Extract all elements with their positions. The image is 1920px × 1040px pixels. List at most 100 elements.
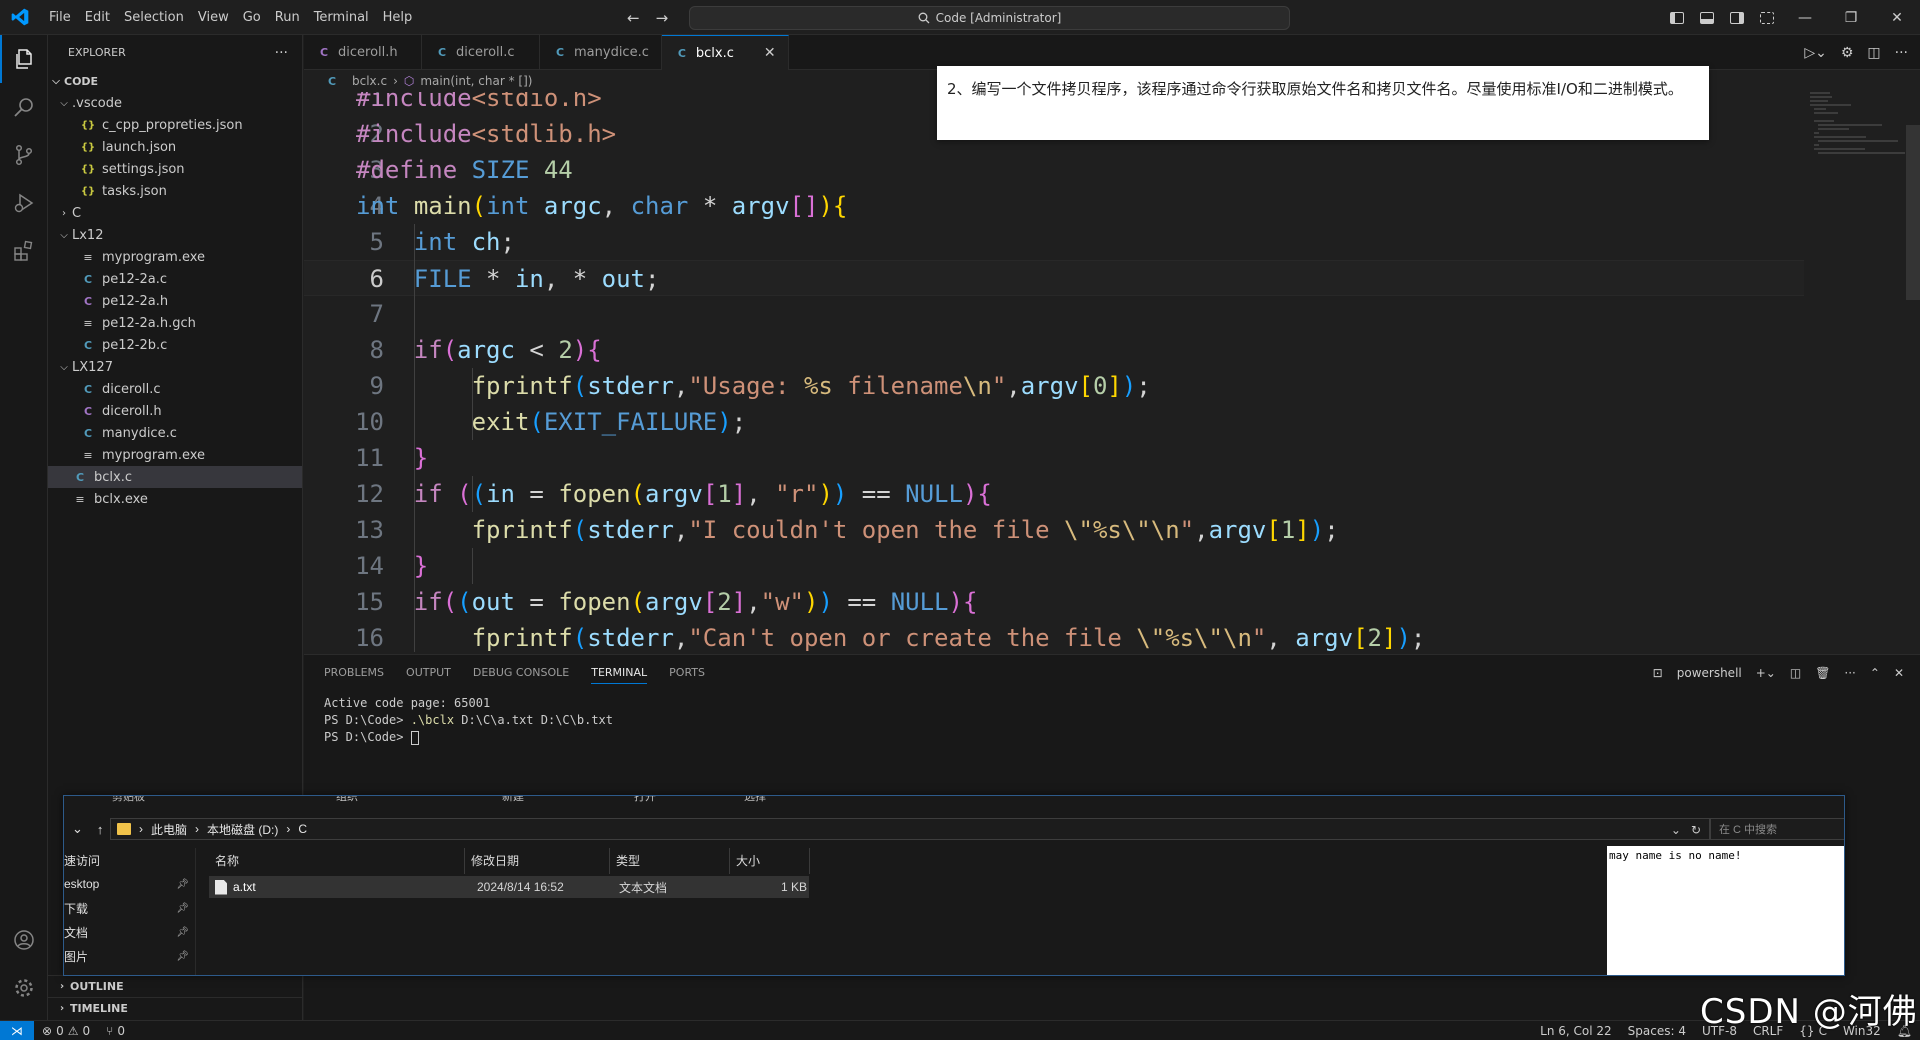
tree-file[interactable]: {} c_cpp_propreties.json [48, 114, 302, 136]
tree-file[interactable]: ≡ myprogram.exe [48, 246, 302, 268]
forward-arrow-icon[interactable]: → [656, 9, 669, 27]
chevron-down-icon[interactable]: ⌄ [72, 821, 83, 837]
menu-selection[interactable]: Selection [117, 0, 191, 35]
editor-scrollbar[interactable] [1906, 125, 1920, 300]
nav-item[interactable]: 速访问 [64, 848, 195, 872]
tree-file[interactable]: Cpe12-2a.c [48, 268, 302, 290]
panel-tab-problems[interactable]: PROBLEMS [324, 666, 384, 679]
menu-terminal[interactable]: Terminal [307, 0, 376, 35]
more-actions-icon[interactable]: ··· [1895, 45, 1908, 61]
address-box[interactable]: › 此电脑 › 本地磁盘 (D:) › C ⌄ ↻ [110, 818, 1710, 840]
terminal-output[interactable]: Active code page: 65001 PS D:\Code> .\bc… [324, 695, 613, 746]
path-segment[interactable]: 此电脑 [151, 821, 187, 838]
cursor-position[interactable]: Ln 6, Col 22 [1532, 1024, 1620, 1038]
menu-run[interactable]: Run [268, 0, 307, 35]
settings-gear-icon[interactable]: ⚙ [1841, 45, 1854, 61]
tree-file[interactable]: {} tasks.json [48, 180, 302, 202]
minimize-button[interactable]: — [1782, 0, 1828, 35]
breadcrumb-symbol[interactable]: main(int, char * []) [420, 74, 532, 88]
tab-diceroll-h[interactable]: Cdiceroll.h [304, 35, 422, 70]
maximize-panel-icon[interactable]: ⌃ [1870, 666, 1880, 680]
toggle-panel-icon[interactable] [1700, 11, 1714, 24]
minimap[interactable] [1810, 92, 1906, 154]
close-icon[interactable]: ✕ [734, 45, 776, 61]
toggle-sidebar-icon[interactable] [1670, 11, 1684, 24]
tree-file[interactable]: Cmanydice.c [48, 422, 302, 444]
timeline-section[interactable]: › TIMELINE [48, 997, 303, 1019]
tree-file[interactable]: ≡ bclx.exe [48, 488, 302, 510]
more-actions-icon[interactable]: ··· [275, 45, 288, 61]
code-editor[interactable]: 1 #include<stdio.h> 2 #include<stdlib.h> 3 #d… [304, 92, 1920, 652]
tab-bclx-c[interactable]: Cbclx.c ✕ [661, 35, 789, 70]
chevron-down-icon[interactable]: ⌄ [1671, 823, 1681, 837]
code-line: 7 [304, 296, 1804, 332]
tree-file[interactable]: Cdiceroll.c [48, 378, 302, 400]
search-input[interactable]: 在 C 中搜索 [1710, 818, 1844, 840]
menu-help[interactable]: Help [376, 0, 420, 35]
more-actions-icon[interactable]: ··· [1844, 666, 1855, 680]
column-size[interactable]: 大小 [730, 848, 810, 874]
problems-status[interactable]: ⊗ 0 ⚠ 0 [34, 1024, 98, 1038]
nav-item[interactable]: 下载 📌︎ [64, 896, 195, 920]
source-control-icon[interactable] [0, 131, 48, 179]
toggle-secondary-sidebar-icon[interactable] [1730, 11, 1744, 24]
nav-item[interactable]: 图片 📌︎ [64, 944, 195, 968]
run-icon[interactable]: ▷⌄ [1804, 45, 1827, 61]
command-center[interactable]: Code [Administrator] [689, 6, 1290, 30]
column-name[interactable]: 名称 [209, 848, 465, 874]
tree-file[interactable]: Cpe12-2a.h [48, 290, 302, 312]
menu-view[interactable]: View [191, 0, 236, 35]
file-row[interactable]: a.txt 2024/8/14 16:52 文本文档 1 KB [209, 876, 809, 898]
terminal-shell-name[interactable]: powershell [1677, 666, 1742, 680]
split-terminal-icon[interactable]: ◫ [1790, 666, 1801, 680]
new-terminal-icon[interactable]: +⌄ [1756, 666, 1776, 680]
tree-folder[interactable]: ⌵ LX127 [48, 356, 302, 378]
tree-folder[interactable]: › C [48, 202, 302, 224]
breadcrumb-file[interactable]: bclx.c [352, 74, 387, 88]
up-arrow-icon[interactable]: ↑ [97, 822, 104, 837]
close-panel-icon[interactable]: ✕ [1894, 666, 1904, 680]
extensions-icon[interactable] [0, 227, 48, 275]
close-window-button[interactable]: ✕ [1874, 0, 1920, 35]
split-editor-icon[interactable]: ◫ [1867, 45, 1880, 61]
panel-tab-debug-console[interactable]: DEBUG CONSOLE [473, 666, 569, 679]
menu-edit[interactable]: Edit [78, 0, 117, 35]
menu-go[interactable]: Go [236, 0, 268, 35]
column-modified[interactable]: 修改日期 [465, 848, 610, 874]
outline-section[interactable]: › OUTLINE [48, 975, 303, 997]
kill-terminal-icon[interactable]: 🗑 [1815, 666, 1830, 680]
tree-file[interactable]: Cpe12-2b.c [48, 334, 302, 356]
tree-file[interactable]: Cbclx.c [48, 466, 302, 488]
path-segment[interactable]: C [298, 822, 307, 836]
tree-file[interactable]: Cdiceroll.h [48, 400, 302, 422]
customize-layout-icon[interactable] [1760, 11, 1774, 24]
explorer-icon[interactable] [0, 35, 48, 83]
run-debug-icon[interactable] [0, 179, 48, 227]
tree-file[interactable]: {} settings.json [48, 158, 302, 180]
refresh-icon[interactable]: ↻ [1691, 823, 1701, 837]
remote-indicator-icon[interactable]: ⋊ [0, 1020, 34, 1040]
tree-file[interactable]: ≡ myprogram.exe [48, 444, 302, 466]
menu-file[interactable]: File [42, 0, 78, 35]
tree-file[interactable]: {} launch.json [48, 136, 302, 158]
restore-button[interactable]: ❐ [1828, 0, 1874, 35]
tab-manydice-c[interactable]: Cmanydice.c [540, 35, 662, 70]
tree-folder[interactable]: ⌵ Lx12 [48, 224, 302, 246]
search-icon[interactable] [0, 83, 48, 131]
back-arrow-icon[interactable]: ← [627, 9, 640, 27]
indentation[interactable]: Spaces: 4 [1620, 1024, 1694, 1038]
manage-gear-icon[interactable] [0, 964, 48, 1012]
column-type[interactable]: 类型 [610, 848, 730, 874]
tree-folder[interactable]: ⌵ .vscode [48, 92, 302, 114]
nav-item[interactable]: esktop 📌︎ [64, 872, 195, 896]
workspace-root[interactable]: ⌵ CODE [48, 70, 302, 92]
tree-file[interactable]: ≡ pe12-2a.h.gch [48, 312, 302, 334]
ports-status[interactable]: ⑂ 0 [98, 1024, 133, 1038]
path-segment[interactable]: 本地磁盘 (D:) [207, 821, 278, 838]
tab-diceroll-c[interactable]: Cdiceroll.c [422, 35, 540, 70]
panel-tab-ports[interactable]: PORTS [669, 666, 705, 679]
nav-item[interactable]: 文档 📌︎ [64, 920, 195, 944]
panel-tab-output[interactable]: OUTPUT [406, 666, 451, 679]
accounts-icon[interactable] [0, 916, 48, 964]
panel-tab-terminal[interactable]: TERMINAL [591, 661, 648, 684]
